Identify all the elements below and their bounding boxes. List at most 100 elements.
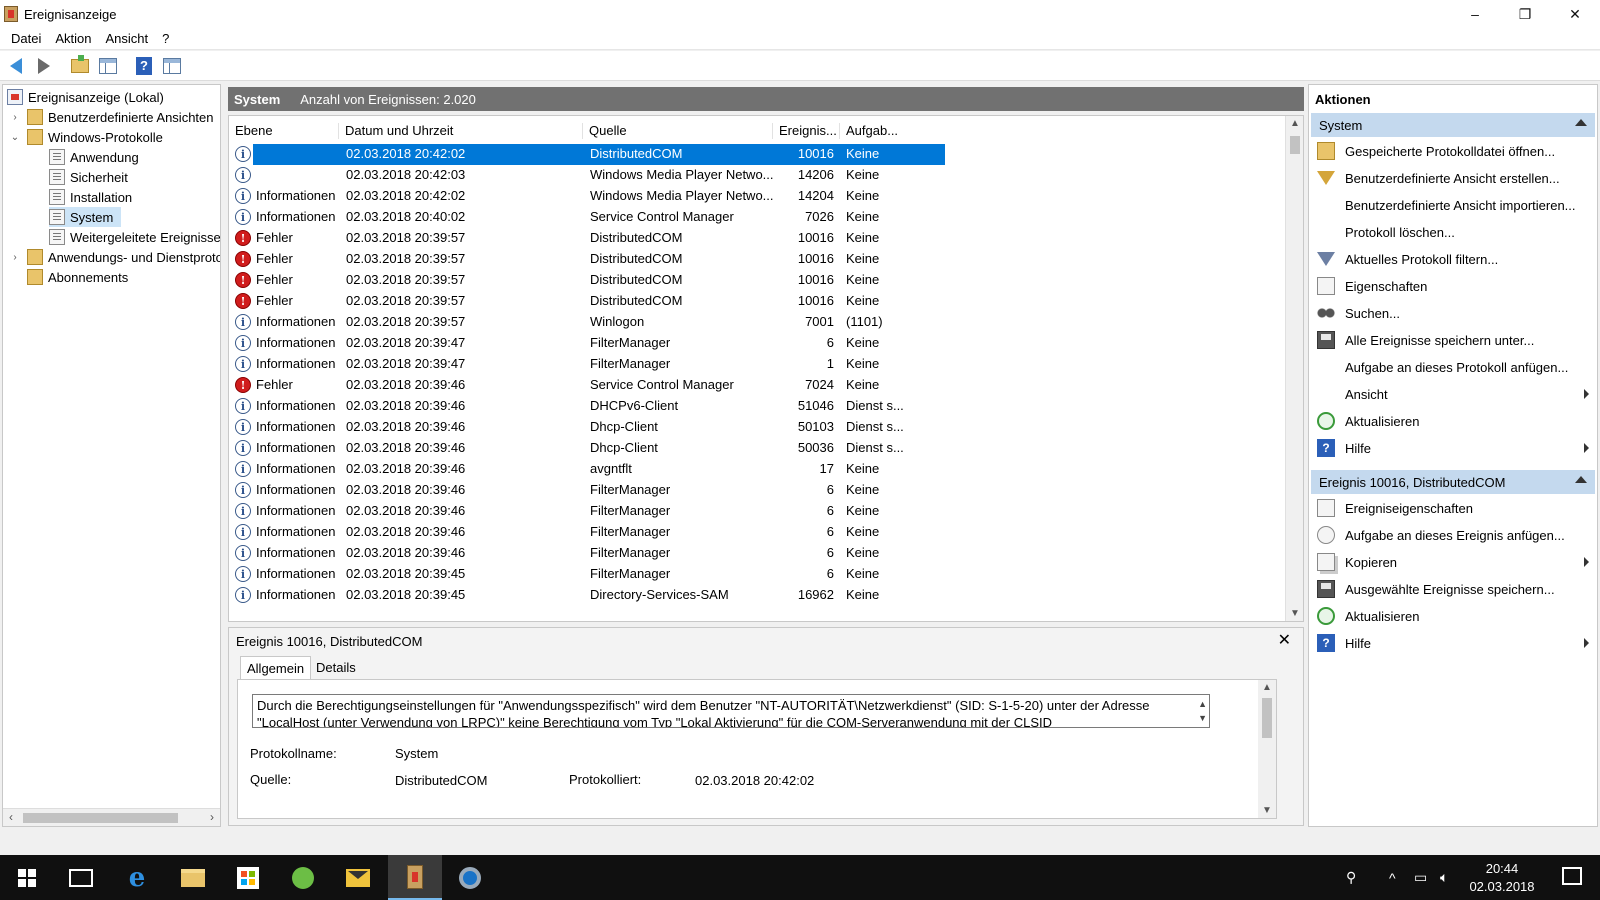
expand-chevron-icon[interactable]: › [9, 252, 21, 263]
action-item[interactable]: Eigenschaften [1317, 275, 1593, 297]
action-item[interactable]: Ansicht [1317, 383, 1593, 405]
tree-item-app-service-logs[interactable]: › Anwendungs- und Dienstprotokolle [9, 247, 220, 267]
scroll-down-icon[interactable]: ▼ [1290, 608, 1300, 619]
back-button[interactable] [4, 54, 28, 78]
tree-item-forwarded-events[interactable]: Weitergeleitete Ereignisse [49, 227, 220, 247]
taskbar-app[interactable] [443, 855, 497, 900]
table-row[interactable]: ! Fehler 02.03.2018 20:39:57 DistributedCOM… [229, 249, 1279, 270]
table-row[interactable]: i Informationen 02.03.2018 20:42:02 Windows… [229, 186, 1279, 207]
table-row[interactable]: i Informationen 02.03.2018 20:39:46 FilterM… [229, 480, 1279, 501]
description-scroll-icon[interactable]: ▲ ▼ [1198, 697, 1207, 725]
column-header-task[interactable]: Aufgab... [840, 123, 910, 139]
system-clock[interactable]: 20:44 02.03.2018 [1462, 860, 1542, 896]
menu-help[interactable]: ? [155, 31, 176, 46]
actions-section-header[interactable]: System [1311, 113, 1595, 137]
action-item[interactable]: Aktualisieren [1317, 605, 1593, 627]
table-row[interactable]: i Informationen 02.03.2018 20:39:47 FilterM… [229, 333, 1279, 354]
table-row[interactable]: i Informationen 02.03.2018 20:39:45 Directo… [229, 585, 1279, 606]
start-button[interactable] [0, 855, 54, 900]
taskbar-edge[interactable]: e [110, 855, 164, 900]
action-item[interactable]: Benutzerdefinierte Ansicht erstellen... [1317, 167, 1593, 189]
task-view-button[interactable] [54, 855, 108, 900]
table-row[interactable]: i Informationen 02.03.2018 20:39:47 FilterM… [229, 354, 1279, 375]
tree-item-security[interactable]: Sicherheit [49, 167, 128, 187]
action-item[interactable]: Ausgewählte Ereignisse speichern... [1317, 578, 1593, 600]
people-button[interactable]: ⚲ [1346, 855, 1356, 900]
scrollbar-thumb[interactable] [1290, 136, 1300, 154]
action-center-icon[interactable] [1562, 867, 1582, 885]
event-list-vertical-scrollbar[interactable]: ▲ ▼ [1285, 116, 1303, 621]
action-item[interactable]: ? Hilfe [1317, 632, 1593, 654]
table-row[interactable]: i Informationen 02.03.2018 20:39:46 FilterM… [229, 522, 1279, 543]
taskbar-event-viewer[interactable] [388, 855, 442, 900]
table-row[interactable]: ! Fehler 02.03.2018 20:39:57 DistributedCOM… [229, 291, 1279, 312]
table-row[interactable]: i Informationen 02.03.2018 20:40:02 Service… [229, 207, 1279, 228]
menu-aktion[interactable]: Aktion [48, 31, 98, 46]
detail-vertical-scrollbar[interactable]: ▲ ▼ [1258, 680, 1276, 818]
tree-item-setup[interactable]: Installation [49, 187, 132, 207]
expand-chevron-icon[interactable]: › [9, 112, 21, 123]
maximize-button[interactable]: ❐ [1500, 0, 1550, 28]
table-row[interactable]: i Informationen 02.03.2018 20:39:46 Dhcp-Cl… [229, 438, 1279, 459]
scroll-up-icon[interactable]: ▲ [1262, 682, 1272, 693]
action-item[interactable]: Benutzerdefinierte Ansicht importieren..… [1317, 194, 1593, 216]
table-row[interactable]: i Informationen 02.03.2018 20:39:46 Dhcp-Cl… [229, 417, 1279, 438]
scroll-down-icon[interactable]: ▼ [1262, 805, 1272, 816]
menu-ansicht[interactable]: Ansicht [99, 31, 156, 46]
action-item[interactable]: Aufgabe an dieses Protokoll anfügen... [1317, 356, 1593, 378]
table-row[interactable]: i 02.03.2018 20:42:03 Windows Media Player… [229, 165, 1279, 186]
action-item[interactable]: Protokoll löschen... [1317, 221, 1593, 243]
tree-item-application[interactable]: Anwendung [49, 147, 139, 167]
show-actions-button[interactable] [160, 54, 184, 78]
show-hidden-icons[interactable]: ^ [1389, 855, 1396, 900]
action-item[interactable]: ? Hilfe [1317, 437, 1593, 459]
help-button[interactable]: ? [132, 54, 156, 78]
up-folder-button[interactable] [68, 54, 92, 78]
table-row[interactable]: i Informationen 02.03.2018 20:39:46 DHCPv6-… [229, 396, 1279, 417]
action-item[interactable]: Aufgabe an dieses Ereignis anfügen... [1317, 524, 1593, 546]
collapse-caret-icon[interactable] [1575, 119, 1587, 126]
detail-close-button[interactable]: ✕ [1278, 630, 1291, 650]
tree-item-root[interactable]: Ereignisanzeige (Lokal) [7, 87, 164, 107]
taskbar-explorer[interactable] [166, 855, 220, 900]
action-item[interactable]: Ereigniseigenschaften [1317, 497, 1593, 519]
column-header-date[interactable]: Datum und Uhrzeit [339, 123, 583, 139]
event-description[interactable]: Durch die Berechtigungseinstellungen für… [252, 694, 1210, 728]
network-button[interactable]: ▭ [1414, 855, 1427, 900]
close-button[interactable]: ✕ [1550, 0, 1600, 28]
taskbar-mail[interactable] [331, 855, 385, 900]
scrollbar-thumb[interactable] [23, 813, 178, 823]
tree-item-windows-logs[interactable]: ⌄ Windows-Protokolle [9, 127, 163, 147]
table-row[interactable]: i Informationen 02.03.2018 20:39:46 avgntfl… [229, 459, 1279, 480]
tab-general[interactable]: Allgemein [240, 656, 312, 680]
collapse-caret-icon[interactable] [1575, 476, 1587, 483]
table-row[interactable]: iInformationen02.03.2018 20:42:02Distrib… [229, 144, 1279, 165]
column-header-source[interactable]: Quelle [583, 123, 773, 139]
column-header-event-id[interactable]: Ereignis... [773, 123, 840, 139]
menu-datei[interactable]: Datei [4, 31, 48, 46]
table-row[interactable]: i Informationen 02.03.2018 20:39:57 Winlogo… [229, 312, 1279, 333]
taskbar-store[interactable] [221, 855, 275, 900]
forward-button[interactable] [32, 54, 56, 78]
tree-item-system[interactable]: System [49, 207, 122, 227]
scrollbar-thumb[interactable] [1262, 698, 1272, 738]
actions-section-header[interactable]: Ereignis 10016, DistributedCOM [1311, 470, 1595, 494]
table-row[interactable]: i Informationen 02.03.2018 20:39:46 FilterM… [229, 543, 1279, 564]
table-row[interactable]: ! Fehler 02.03.2018 20:39:57 DistributedCOM… [229, 270, 1279, 291]
scroll-left-icon[interactable]: ‹ [9, 810, 13, 824]
volume-button[interactable]: 🔈︎ [1440, 855, 1448, 900]
tree-item-subscriptions[interactable]: Abonnements [27, 267, 128, 287]
action-item[interactable]: Gespeicherte Protokolldatei öffnen... [1317, 140, 1593, 162]
action-item[interactable]: Suchen... [1317, 302, 1593, 324]
show-tree-button[interactable] [96, 54, 120, 78]
table-row[interactable]: i Informationen 02.03.2018 20:39:46 FilterM… [229, 501, 1279, 522]
table-row[interactable]: i Informationen 02.03.2018 20:39:45 FilterM… [229, 564, 1279, 585]
action-item[interactable]: Aktualisieren [1317, 410, 1593, 432]
collapse-chevron-icon[interactable]: ⌄ [9, 132, 21, 143]
column-header-level[interactable]: Ebene [229, 123, 339, 139]
table-row[interactable]: ! Fehler 02.03.2018 20:39:46 Service Contro… [229, 375, 1279, 396]
action-item[interactable]: Kopieren [1317, 551, 1593, 573]
scroll-up-icon[interactable]: ▲ [1290, 118, 1300, 129]
tree-horizontal-scrollbar[interactable]: ‹ › [3, 808, 220, 826]
table-row[interactable]: ! Fehler 02.03.2018 20:39:57 DistributedCOM… [229, 228, 1279, 249]
